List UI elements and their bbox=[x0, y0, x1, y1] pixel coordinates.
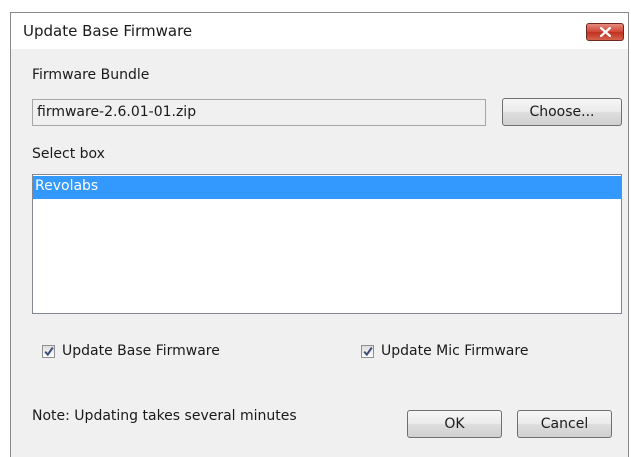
checkmark-icon bbox=[44, 347, 54, 357]
close-button[interactable] bbox=[586, 23, 624, 41]
list-item[interactable]: Revolabs bbox=[33, 176, 621, 199]
title-bar[interactable]: Update Base Firmware bbox=[11, 13, 628, 49]
close-icon bbox=[600, 27, 611, 37]
choose-button[interactable]: Choose... bbox=[502, 98, 622, 126]
ok-button[interactable]: OK bbox=[407, 410, 502, 438]
note-text: Note: Updating takes several minutes bbox=[32, 408, 297, 424]
update-base-firmware-label[interactable]: Update Base Firmware bbox=[62, 343, 220, 359]
cancel-button[interactable]: Cancel bbox=[517, 410, 612, 438]
select-box-label: Select box bbox=[32, 146, 105, 162]
select-box-list[interactable]: Revolabs bbox=[32, 174, 622, 314]
update-base-firmware-checkbox[interactable] bbox=[42, 345, 55, 358]
firmware-bundle-label: Firmware Bundle bbox=[32, 67, 150, 83]
update-mic-firmware-checkbox[interactable] bbox=[361, 345, 374, 358]
update-base-firmware-dialog: Update Base Firmware Firmware Bundle fir… bbox=[10, 12, 629, 457]
checkmark-icon bbox=[363, 347, 373, 357]
update-mic-firmware-label[interactable]: Update Mic Firmware bbox=[381, 343, 528, 359]
window-title: Update Base Firmware bbox=[23, 22, 193, 40]
firmware-bundle-field[interactable]: firmware-2.6.01-01.zip bbox=[32, 99, 486, 126]
